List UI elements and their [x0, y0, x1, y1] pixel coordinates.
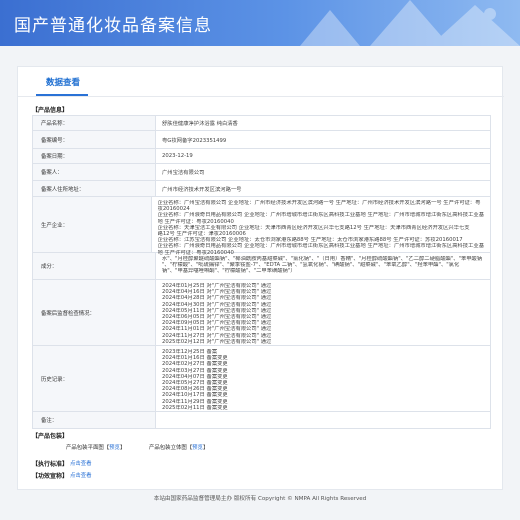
table-row: 备案编号： 粤G妆网备字2023351499 — [33, 131, 490, 149]
table-row: 备注： — [33, 412, 490, 428]
table-row: 备案后监督检查情况： 2024年01月25日 对"广州宝洁有限公司" 通过 20… — [33, 280, 490, 346]
row-label: 备案编号： — [33, 131, 156, 148]
row-label: 产品名称： — [33, 116, 156, 130]
ingredients-value: 水"、"月桂醇聚醚硫酸酯钠"、"椰油酰胺丙基甜菜碱"、"氯化钠"、"（日用）香精… — [156, 253, 490, 279]
producers-value: 企业名称：广州宝洁有限公司 企业地址：广州市经济技术开发区滨河路一号 生产地址：… — [152, 197, 490, 256]
inspection-line: 2025年02月12日 对"广州宝洁有限公司" 通过 — [162, 338, 272, 345]
efficacy-view-link[interactable]: 点击查看 — [70, 471, 92, 479]
packaging-solid-preview-link[interactable]: 预览 — [192, 445, 203, 451]
registrant-address-value: 广州市经济技术开发区滨河路一号 — [162, 186, 242, 193]
section-product-info: 【产品信息】 — [32, 107, 69, 114]
section-packaging: 【产品包装】 — [32, 433, 69, 440]
table-row: 备案人： 广州宝洁有限公司 — [33, 164, 490, 181]
header-decoration — [300, 0, 520, 46]
row-label: 备案人： — [33, 164, 156, 180]
registrant-value: 广州宝洁有限公司 — [162, 170, 205, 176]
packaging-flat: 产品包装平面图【预览】 — [66, 443, 125, 451]
packaging-flat-preview-link[interactable]: 预览 — [109, 445, 120, 451]
row-label: 备案人住所地址： — [33, 181, 156, 196]
row-label: 历史记录： — [33, 346, 156, 411]
packaging-flat-close: 】 — [119, 445, 126, 451]
packaging-flat-label: 产品包装平面图【 — [66, 445, 110, 451]
page-header: 国产普通化妆品备案信息 — [0, 0, 520, 46]
remark-value — [156, 412, 490, 428]
history-line: 2025年02月11日 备案变更 — [162, 404, 228, 411]
table-row: 产品名称： 舒肤佳健康净护沐浴露 纯白清香 — [33, 116, 490, 131]
table-row: 成分： 水"、"月桂醇聚醚硫酸酯钠"、"椰油酰胺丙基甜菜碱"、"氯化钠"、"（日… — [33, 253, 490, 280]
packaging-solid-label: 产品包装立体图【 — [149, 445, 193, 451]
packaging-solid-close: 】 — [202, 445, 209, 451]
page-title: 国产普通化妆品备案信息 — [14, 16, 212, 36]
table-row: 历史记录： 2023年12月25日 备案 2024年01月16日 备案变更 20… — [33, 346, 490, 412]
tab-data-view[interactable]: 数据查看 — [46, 76, 80, 88]
content-card: 数据查看 【产品信息】 产品名称： 舒肤佳健康净护沐浴露 纯白清香 备案编号： … — [17, 66, 504, 490]
record-date-value: 2023-12-19 — [162, 153, 193, 159]
section-standard: 【执行标准】 — [32, 461, 69, 468]
page-footer: 本站由国家药品监督管理局主办 版权所有 Copyright © NMPA All… — [153, 496, 367, 502]
producer-line: 企业名称：广州浪奇日用品有限公司 企业地址：广州市增城市增江街东区高科技工业基地… — [157, 212, 484, 219]
product-name-value: 舒肤佳健康净护沐浴露 纯白清香 — [162, 121, 238, 127]
table-row: 备案日期： 2023-12-19 — [33, 149, 490, 164]
row-label: 备案日期： — [33, 149, 156, 163]
row-label: 生产企业： — [33, 197, 152, 252]
producer-line: 企业名称：广州宝洁有限公司 企业地址：广州市经济技术开发区滨河路一号 生产地址：… — [157, 200, 481, 206]
row-label: 备案后监督检查情况： — [33, 280, 156, 345]
row-label: 成分： — [33, 253, 156, 279]
history-value: 2023年12月25日 备案 2024年01月16日 备案变更 2024年02月… — [156, 346, 490, 411]
product-info-table: 产品名称： 舒肤佳健康净护沐浴露 纯白清香 备案编号： 粤G妆网备字202335… — [32, 115, 491, 429]
ingredient-line: 钠"、"甲基异噻唑啉酮"、"柠檬酸钠"、"二甲苯磺酸钠"） — [162, 268, 296, 275]
record-number-value: 粤G妆网备字2023351499 — [162, 137, 227, 144]
table-row: 生产企业： 企业名称：广州宝洁有限公司 企业地址：广州市经济技术开发区滨河路一号… — [33, 197, 490, 256]
inspections-value: 2024年01月25日 对"广州宝洁有限公司" 通过 2024年04月16日 对… — [156, 280, 490, 345]
table-row: 备案人住所地址： 广州市经济技术开发区滨河路一号 — [33, 181, 490, 197]
tab-active-indicator — [36, 94, 88, 96]
tab-bar: 数据查看 — [18, 67, 504, 97]
packaging-solid: 产品包装立体图【预览】 — [149, 443, 208, 451]
standard-view-link[interactable]: 点击查看 — [70, 459, 92, 467]
section-efficacy: 【功效宣称】 — [32, 473, 69, 480]
row-label: 备注： — [33, 412, 156, 428]
producer-line: 企业名称：广州浪奇日用品有限公司 企业地址：广州市增城市增江街东区高科技工业基地… — [157, 243, 484, 250]
